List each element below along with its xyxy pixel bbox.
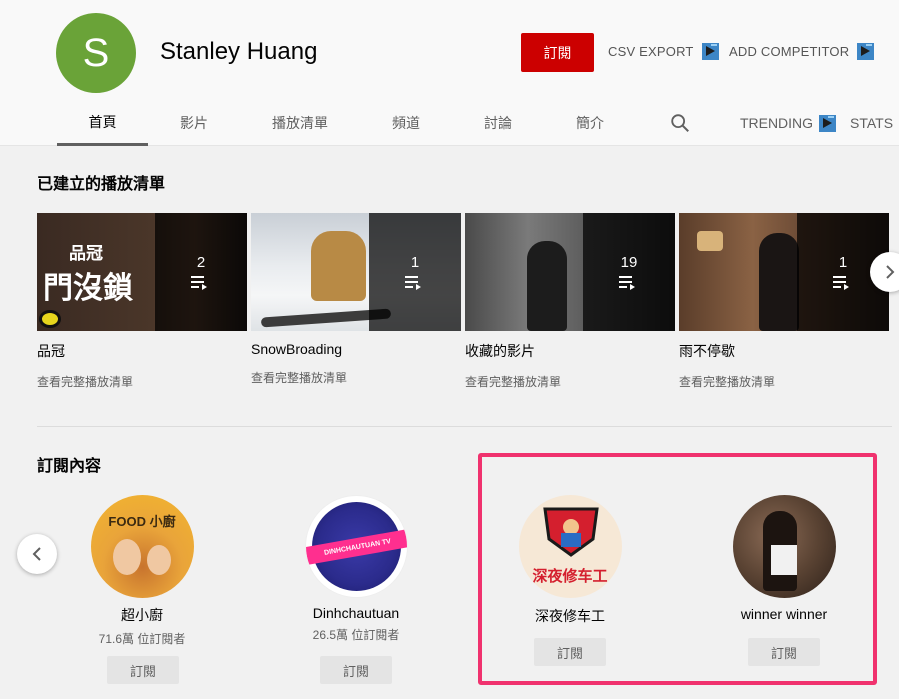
thumbnail-text: 品冠	[69, 244, 103, 263]
playlist-title[interactable]: SnowBroading	[251, 341, 461, 357]
snowboarder-figure	[311, 231, 366, 301]
playlist-title[interactable]: 雨不停歇	[679, 341, 889, 361]
subscriptions-section-title: 訂閱內容	[37, 458, 102, 475]
playlist-card[interactable]: 1 SnowBroading 查看完整播放清單	[251, 213, 461, 386]
tab-stats[interactable]: STATS	[850, 100, 899, 146]
section-divider	[37, 426, 892, 427]
playlist-thumbnail[interactable]: 1	[251, 213, 461, 331]
playlist-card[interactable]: 品冠 門沒鎖 2 品冠 查看完整播放清單	[37, 213, 247, 390]
channel-card-name[interactable]: 超小廚	[62, 605, 222, 625]
playlist-icon	[405, 275, 421, 290]
view-full-playlist-link[interactable]: 查看完整播放清單	[251, 369, 461, 386]
channel-tabs: 首頁 影片 播放清單 頻道 討論 簡介 TRENDING STATS	[0, 100, 899, 146]
view-full-playlist-link[interactable]: 查看完整播放清單	[465, 373, 675, 390]
tab-discussion[interactable]: 討論	[472, 100, 524, 146]
video-count: 2	[196, 253, 206, 271]
channel-card-avatar[interactable]: FOOD 小廚	[90, 495, 194, 598]
tab-playlists[interactable]: 播放清單	[260, 100, 340, 146]
subscribe-button[interactable]: 訂閱	[521, 33, 594, 72]
channel-subscribe-button[interactable]: 訂閱	[320, 656, 392, 684]
csv-export-label: CSV EXPORT	[608, 44, 694, 59]
view-full-playlist-link[interactable]: 查看完整播放清單	[37, 373, 247, 390]
csv-export-button[interactable]: CSV EXPORT	[608, 43, 719, 60]
add-competitor-button[interactable]: ADD COMPETITOR	[729, 43, 875, 60]
playlist-icon	[833, 275, 849, 290]
playlist-overlay: 19	[583, 213, 675, 331]
logo-icon	[39, 310, 61, 328]
playlist-card[interactable]: 1 雨不停歇 查看完整播放清單	[679, 213, 889, 390]
playlist-thumbnail[interactable]: 1	[679, 213, 889, 331]
add-competitor-label: ADD COMPETITOR	[729, 44, 850, 59]
tab-home[interactable]: 首頁	[57, 100, 148, 146]
channel-subscribe-button[interactable]: 訂閱	[107, 656, 179, 684]
video-count: 1	[838, 253, 848, 271]
lamp-shape	[697, 231, 723, 251]
playlists-next-button[interactable]	[870, 252, 899, 292]
singer-figure	[759, 233, 799, 331]
highlight-box	[478, 453, 877, 685]
playlists-section-title: 已建立的播放清單	[37, 176, 166, 193]
playlist-icon	[619, 275, 635, 290]
face-shape	[112, 539, 141, 575]
tab-videos[interactable]: 影片	[166, 100, 222, 146]
playlist-icon	[191, 275, 207, 290]
avatar-text: FOOD 小廚	[108, 514, 176, 529]
channel-header: S Stanley Huang 訂閱 CSV EXPORT ADD COMPET…	[0, 0, 899, 146]
avatar-letter: S	[82, 30, 110, 75]
channel-card[interactable]: FOOD 小廚 超小廚 71.6萬 位訂閱者	[62, 495, 222, 647]
playlist-card[interactable]: 19 收藏的影片 查看完整播放清單	[465, 213, 675, 390]
channel-card-name[interactable]: Dinhchautuan	[276, 605, 436, 621]
search-icon[interactable]	[669, 112, 691, 134]
subscriptions-prev-button[interactable]	[17, 534, 57, 574]
playlist-thumbnail[interactable]: 19	[465, 213, 675, 331]
video-count: 19	[620, 253, 638, 271]
playlist-thumbnail[interactable]: 品冠 門沒鎖 2	[37, 213, 247, 331]
vidiq-icon	[701, 43, 719, 60]
channel-card-subscribers: 71.6萬 位訂閱者	[98, 632, 186, 646]
vidiq-icon	[819, 114, 837, 132]
channel-name: Stanley Huang	[160, 38, 318, 65]
playlist-title[interactable]: 收藏的影片	[465, 341, 675, 361]
vidiq-icon	[857, 43, 875, 60]
chevron-right-icon	[886, 265, 895, 279]
thumbnail-text: 門沒鎖	[43, 272, 133, 305]
channel-card[interactable]: DINHCHAUTUAN TV Dinhchautuan 26.5萬 位訂閱者	[276, 495, 436, 643]
tab-trending[interactable]: TRENDING	[738, 100, 838, 146]
playlist-overlay: 1	[369, 213, 461, 331]
playlist-overlay: 2	[155, 213, 247, 331]
tab-trending-label: TRENDING	[739, 115, 814, 131]
playlist-title[interactable]: 品冠	[37, 341, 247, 361]
channel-avatar[interactable]: S	[56, 13, 136, 93]
view-full-playlist-link[interactable]: 查看完整播放清單	[679, 373, 889, 390]
tab-about[interactable]: 簡介	[564, 100, 616, 146]
singer-figure	[527, 241, 567, 331]
face-shape	[146, 545, 171, 575]
tab-channels[interactable]: 頻道	[380, 100, 432, 146]
channel-card-avatar[interactable]: DINHCHAUTUAN TV	[304, 495, 408, 598]
chevron-left-icon	[32, 547, 41, 561]
channel-card-subscribers: 26.5萬 位訂閱者	[312, 628, 400, 642]
video-count: 1	[410, 253, 420, 271]
tab-stats-label: STATS	[850, 115, 894, 131]
